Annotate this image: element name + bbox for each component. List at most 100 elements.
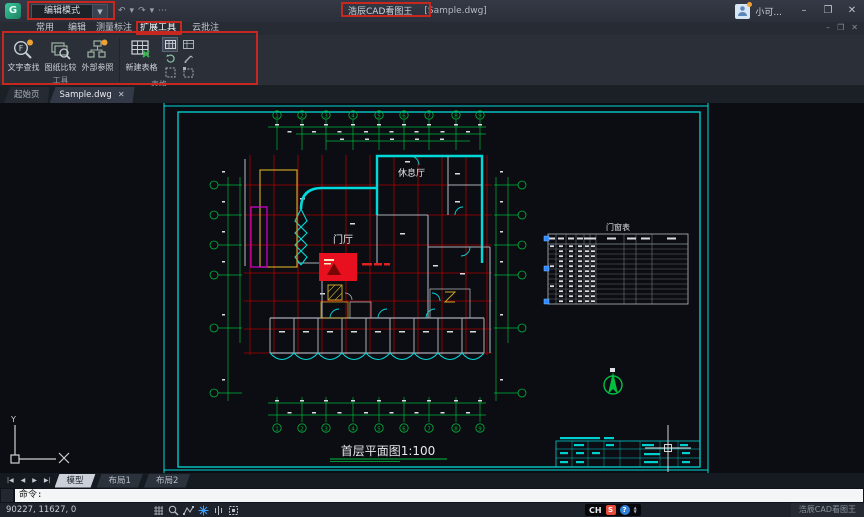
tab-measure[interactable]: 测量标注 [96, 22, 132, 35]
first-tab-icon[interactable]: |◀ [4, 473, 17, 488]
north-compass [603, 368, 623, 395]
table-refresh-icon [165, 54, 175, 63]
lobby-label: 门厅 [333, 233, 353, 246]
plan-title: 首层平面图1:100 [330, 444, 447, 462]
grip-handle[interactable] [543, 265, 550, 272]
room-labels: 门厅 休息厅 [333, 167, 425, 246]
grip-handle[interactable] [543, 298, 550, 305]
tab-extended-tools[interactable]: 扩展工具 [140, 22, 176, 35]
drawing-canvas[interactable]: 123456789 123456789 门厅 休息厅 门窗表 Y 首层平面图1:… [0, 103, 864, 473]
drawing-compare-icon [51, 42, 71, 60]
tab-sample-dwg-label: Sample.dwg [59, 90, 112, 100]
layout-nav: |◀ ◀ ▶ ▶| [4, 473, 54, 488]
crosshair-cursor [645, 425, 691, 472]
mdi-minimize-button[interactable]: – [826, 23, 830, 33]
tab-common[interactable]: 常用 [36, 22, 54, 35]
user-avatar[interactable] [735, 1, 753, 19]
tab-cloud-annotation[interactable]: 云批注 [192, 22, 219, 35]
undo-menu-icon[interactable]: ▾ [130, 4, 135, 19]
user-name[interactable]: 小可... [755, 5, 782, 18]
restore-button[interactable]: ❐ [816, 0, 840, 22]
command-input[interactable]: 命令: [15, 489, 863, 502]
new-table-icon [131, 40, 150, 58]
table-select-button[interactable] [181, 66, 195, 79]
table-style-button[interactable] [162, 37, 178, 52]
window-title: 浩辰CAD看图王 [Sample.dwg] [344, 3, 487, 18]
redo-menu-icon[interactable]: ▾ [150, 4, 155, 19]
mdi-close-button[interactable]: ✕ [851, 23, 858, 33]
app-window: G 编辑模式 ▼ ↶ ▾ ↷ ▾ ⋯ 浩辰CAD看图王 [Sample.dwg]… [0, 0, 864, 517]
tab-sample-dwg[interactable]: Sample.dwg ✕ [50, 87, 135, 103]
tab-layout2[interactable]: 布局2 [144, 474, 190, 488]
svg-text:7: 7 [427, 426, 431, 432]
window-title-app: 浩辰CAD看图王 [348, 7, 413, 17]
schedule-table[interactable]: 门窗表 [543, 222, 689, 305]
ime-icon[interactable]: S [605, 505, 616, 515]
tab-model[interactable]: 模型 [55, 474, 96, 488]
svg-text:2: 2 [300, 426, 304, 432]
svg-text:8: 8 [454, 113, 458, 119]
last-tab-icon[interactable]: ▶| [41, 473, 54, 488]
prev-tab-icon[interactable]: ◀ [18, 473, 29, 488]
table-move-button[interactable] [163, 66, 177, 79]
new-table-button[interactable]: 新建表格 [123, 37, 160, 73]
undo-icon[interactable]: ↶ [118, 4, 126, 19]
svg-text:9: 9 [478, 113, 482, 119]
table-edit-button[interactable] [181, 52, 195, 65]
next-tab-icon[interactable]: ▶ [29, 473, 40, 488]
window-title-doc: [Sample.dwg] [424, 5, 487, 16]
svg-text:5: 5 [377, 426, 381, 432]
mode-dropdown-icon[interactable]: ▼ [93, 3, 108, 19]
tab-start-page[interactable]: 起始页 [4, 87, 50, 103]
rooms-row-walls [269, 317, 485, 360]
svg-text:5: 5 [377, 113, 381, 119]
tab-close-icon[interactable]: ✕ [118, 87, 125, 103]
find-text-button[interactable]: F 文字查找 [5, 37, 42, 73]
selected-highlight-block[interactable] [319, 253, 390, 301]
layout-tab-bar: |◀ ◀ ▶ ▶| 模型 布局1 布局2 [0, 473, 864, 488]
ortho-icon[interactable] [212, 504, 224, 516]
cad-drawing[interactable]: 123456789 123456789 门厅 休息厅 门窗表 Y 首层平面图1:… [0, 103, 864, 473]
minimize-button[interactable]: – [792, 0, 816, 22]
titlebar: G 编辑模式 ▼ ↶ ▾ ↷ ▾ ⋯ 浩辰CAD看图王 [Sample.dwg]… [0, 0, 864, 22]
osnap-icon[interactable] [197, 504, 209, 516]
avatar-badge [747, 1, 753, 7]
customize-qat-icon[interactable]: ⋯ [158, 4, 167, 19]
command-history-icon[interactable] [1, 489, 13, 502]
svg-text:2: 2 [300, 113, 304, 119]
help-icon[interactable]: ? [619, 505, 630, 515]
xref-button[interactable]: 外部参照 [79, 37, 116, 73]
overlay-rectangles [250, 169, 471, 319]
status-toggle-icons [152, 504, 239, 516]
table-refresh-button[interactable] [163, 52, 177, 65]
input-language[interactable]: CH [589, 506, 602, 515]
tab-layout1[interactable]: 布局1 [97, 474, 143, 488]
table-export-icon [182, 40, 194, 49]
quick-access-toolbar: ↶ ▾ ↷ ▾ ⋯ [118, 4, 167, 19]
svg-text:3: 3 [324, 426, 328, 432]
language-bar-options-icon[interactable]: ▲ ▼ [634, 506, 637, 514]
zoom-icon[interactable] [167, 504, 179, 516]
building-walls [244, 154, 491, 353]
zoom-extents-icon[interactable] [227, 504, 239, 516]
mode-selector[interactable]: 编辑模式 ▼ [31, 3, 108, 19]
drawing-compare-button[interactable]: 图纸比较 [42, 37, 79, 73]
redo-icon[interactable]: ↷ [138, 4, 146, 19]
drawing-compare-label: 图纸比较 [44, 63, 77, 72]
cursor-coordinates: 90227, 11627, 0 [6, 505, 77, 515]
table-edit-icon [183, 55, 193, 64]
new-table-label: 新建表格 [125, 63, 158, 72]
tab-edit[interactable]: 编辑 [68, 22, 86, 35]
mode-selector-value[interactable]: 编辑模式 [31, 3, 93, 19]
ribbon-separator [119, 38, 120, 82]
axis-bubbles-top: 1 2 3 4 5 6 7 8 9 [272, 110, 485, 150]
mdi-restore-button[interactable]: ❐ [837, 23, 844, 33]
grip-handle[interactable] [543, 235, 550, 242]
document-tab-bar: 起始页 Sample.dwg ✕ [0, 86, 864, 103]
table-export-button[interactable] [181, 38, 195, 51]
grid-toggle-icon[interactable] [152, 504, 164, 516]
polyline-icon[interactable] [182, 504, 194, 516]
title-block [555, 437, 701, 468]
close-button[interactable]: ✕ [840, 0, 864, 22]
table-select-icon [182, 67, 193, 78]
